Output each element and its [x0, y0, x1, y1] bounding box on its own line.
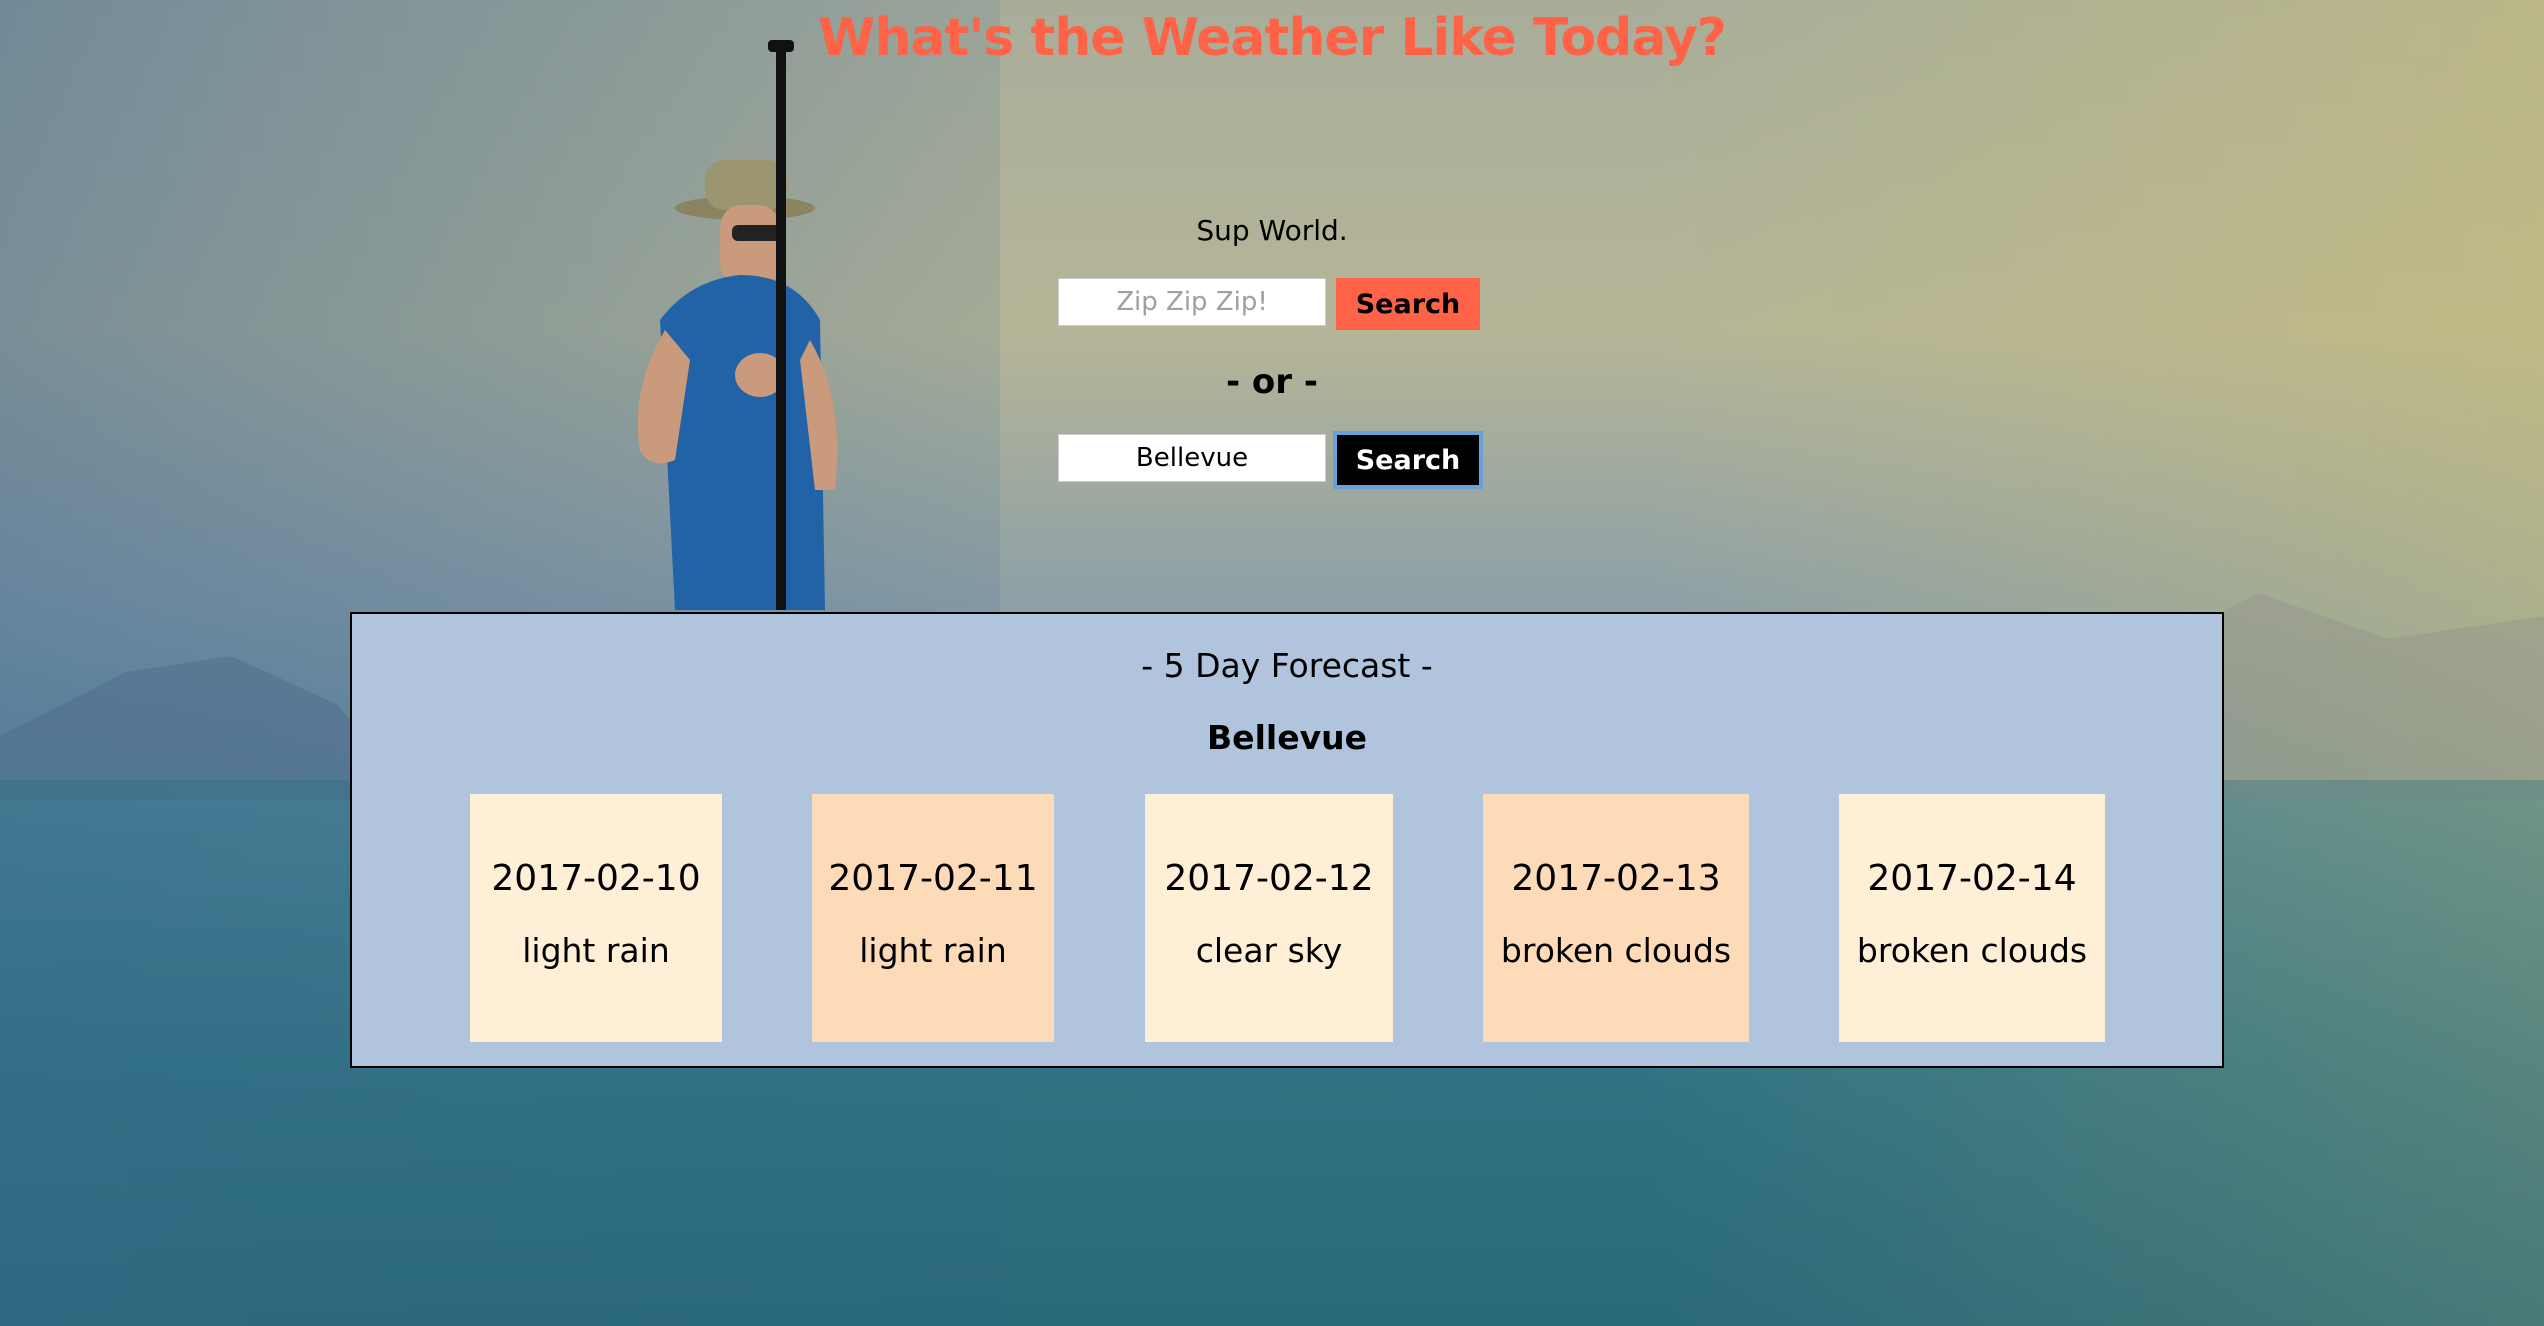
- or-separator: - or -: [1225, 362, 1319, 402]
- forecast-panel: - 5 Day Forecast - Bellevue 2017-02-10 l…: [350, 612, 2224, 1068]
- city-input[interactable]: [1058, 434, 1326, 482]
- background-person-paddleboard-image: [637, 40, 838, 610]
- forecast-date: 2017-02-10: [491, 858, 701, 899]
- forecast-title: - 5 Day Forecast -: [1141, 646, 1433, 685]
- forecast-date: 2017-02-13: [1511, 858, 1721, 899]
- page-title: What's the Weather Like Today?: [818, 8, 1727, 68]
- forecast-day-card: 2017-02-12 clear sky: [1145, 794, 1393, 1042]
- forecast-description: clear sky: [1195, 931, 1343, 970]
- greeting-text: Sup World.: [1196, 214, 1348, 247]
- city-search-button[interactable]: Search: [1333, 431, 1483, 489]
- forecast-description: broken clouds: [1500, 931, 1732, 970]
- forecast-description: broken clouds: [1856, 931, 2088, 970]
- forecast-description: light rain: [522, 931, 670, 970]
- zip-input[interactable]: [1058, 278, 1326, 326]
- forecast-day-card: 2017-02-11 light rain: [812, 794, 1054, 1042]
- zip-search-row: Search: [1058, 278, 1480, 330]
- forecast-city: Bellevue: [1207, 718, 1367, 757]
- forecast-date: 2017-02-11: [828, 858, 1038, 899]
- forecast-day-card: 2017-02-14 broken clouds: [1839, 794, 2105, 1042]
- zip-search-button[interactable]: Search: [1336, 278, 1480, 330]
- city-search-row: Search: [1058, 431, 1483, 489]
- forecast-day-card: 2017-02-10 light rain: [470, 794, 722, 1042]
- forecast-day-card: 2017-02-13 broken clouds: [1483, 794, 1749, 1042]
- forecast-date: 2017-02-12: [1164, 858, 1374, 899]
- forecast-description: light rain: [859, 931, 1007, 970]
- forecast-date: 2017-02-14: [1867, 858, 2077, 899]
